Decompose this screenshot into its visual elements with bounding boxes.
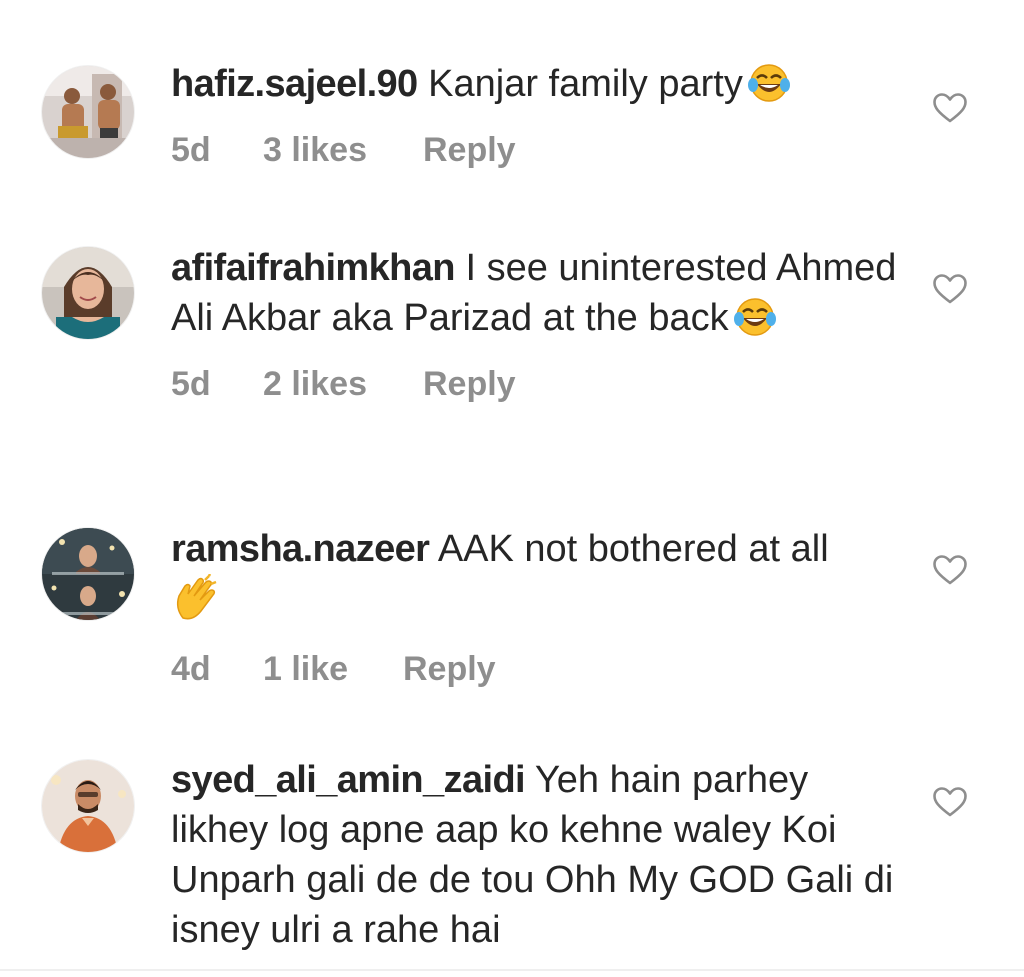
face-with-tears-of-joy-emoji: [747, 63, 791, 116]
comment-username[interactable]: syed_ali_amin_zaidi: [171, 759, 526, 801]
avatar-image: [42, 760, 134, 852]
avatar-image: [42, 528, 134, 620]
heart-outline-icon[interactable]: [932, 786, 968, 818]
divider: [0, 969, 1024, 971]
comment-meta: 5d 3 likes Reply: [171, 130, 906, 170]
avatar[interactable]: [42, 760, 134, 852]
avatar[interactable]: [42, 66, 134, 158]
avatar[interactable]: [42, 247, 134, 339]
clapping-hands-emoji: [171, 573, 219, 635]
comment-message: Kanjar family party: [417, 63, 743, 105]
reply-button[interactable]: Reply: [423, 364, 516, 404]
avatar[interactable]: [42, 528, 134, 620]
avatar-image: [42, 247, 134, 339]
comment-time: 5d: [171, 365, 211, 403]
comment-message: AAK not bothered at all: [429, 528, 829, 570]
comment-username[interactable]: afifaifrahimkhan: [171, 247, 456, 289]
heart-outline-icon[interactable]: [932, 92, 968, 124]
heart-outline-icon[interactable]: [932, 273, 968, 305]
comment-time: 4d: [171, 650, 211, 688]
comments-feed: hafiz.sajeel.90 Kanjar family party 5d 3…: [0, 0, 1024, 977]
comment-likes-count[interactable]: 2 likes: [263, 364, 423, 404]
comment-likes-count[interactable]: 1 like: [263, 649, 403, 689]
comment-text: ramsha.nazeer AAK not bothered at all: [171, 524, 906, 635]
reply-button[interactable]: Reply: [403, 649, 496, 689]
comment-text: hafiz.sajeel.90 Kanjar family party: [171, 59, 906, 116]
comment-time: 5d: [171, 131, 211, 169]
comment-username[interactable]: hafiz.sajeel.90: [171, 63, 418, 105]
comment-meta: 5d 2 likes Reply: [171, 364, 906, 404]
comment-text: syed_ali_amin_zaidi Yeh hain parhey likh…: [171, 755, 906, 955]
heart-outline-icon[interactable]: [932, 554, 968, 586]
face-with-tears-of-joy-emoji: [733, 297, 777, 350]
comment-meta: 4d 1 like Reply: [171, 649, 906, 689]
comment-username[interactable]: ramsha.nazeer: [171, 528, 430, 570]
avatar-image: [42, 66, 134, 158]
comment-likes-count[interactable]: 3 likes: [263, 130, 423, 170]
reply-button[interactable]: Reply: [423, 130, 516, 170]
comment-text: afifaifrahimkhan I see uninterested Ahme…: [171, 243, 906, 350]
